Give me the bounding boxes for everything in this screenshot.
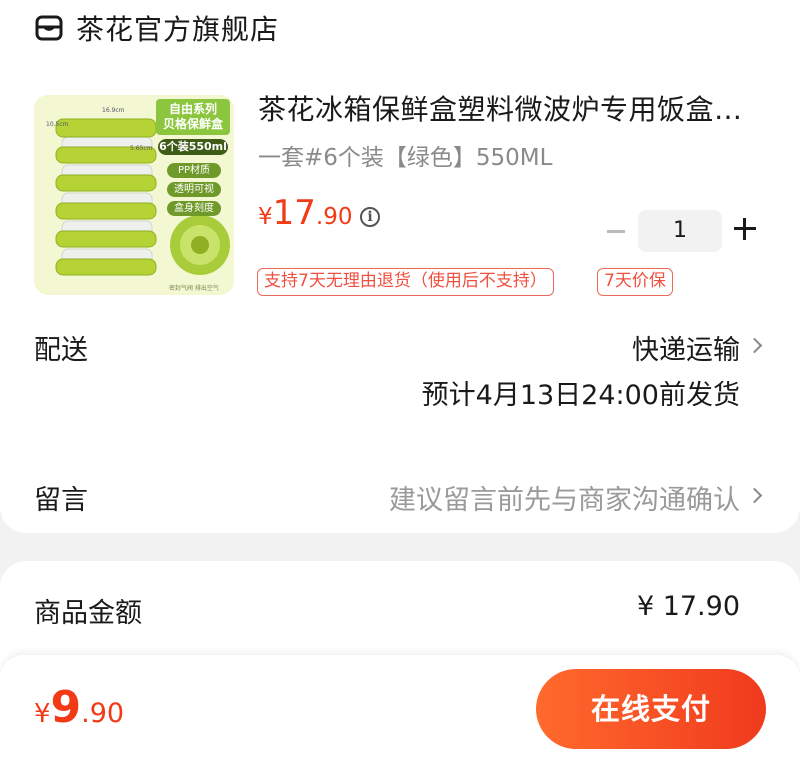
quantity-input[interactable]: 1: [638, 210, 722, 252]
image-badge: 自由系列 贝格保鲜盒: [156, 99, 230, 135]
store-icon: [35, 15, 63, 41]
image-feature: PP材质: [167, 163, 221, 178]
image-footnote: 密封气阀 排出空气: [169, 285, 219, 292]
delivery-label: 配送: [34, 335, 88, 366]
dim-label: 16.9cm: [102, 107, 125, 114]
product-price: ¥17.90: [258, 193, 352, 233]
image-badge-line2: 贝格保鲜盒: [162, 117, 223, 131]
pay-button[interactable]: 在线支付: [536, 669, 766, 749]
chevron-right-icon[interactable]: [746, 337, 763, 354]
store-header[interactable]: 茶花官方旗舰店: [34, 8, 279, 48]
goods-amount-value: ¥ 17.90: [636, 591, 740, 622]
product-title[interactable]: 茶花冰箱保鲜盒塑料微波炉专用饭盒…: [258, 88, 743, 128]
store-name[interactable]: 茶花官方旗舰店: [76, 8, 279, 48]
message-label: 留言: [34, 485, 88, 516]
dim-label: 10.5cm: [46, 121, 69, 128]
total-integer: 9: [50, 682, 82, 733]
return-policy-tag[interactable]: 支持7天无理由退货（使用后不支持）: [257, 268, 554, 296]
info-icon[interactable]: i: [360, 207, 380, 227]
dim-label: 5.65cm: [130, 145, 153, 152]
image-feature: 盒身刻度: [167, 201, 221, 216]
quantity-increase-button[interactable]: [734, 218, 756, 240]
delivery-eta: 预计4月13日24:00前发货: [421, 380, 740, 411]
goods-amount-label: 商品金额: [34, 598, 142, 629]
chevron-right-icon[interactable]: [746, 487, 763, 504]
price-currency: ¥: [258, 204, 273, 230]
image-feature: 透明可视: [167, 182, 221, 197]
product-spec[interactable]: 一套#6个装【绿色】550ML: [258, 138, 552, 172]
price-decimal: .90: [315, 204, 353, 230]
price-integer: 17: [272, 193, 316, 233]
order-card: 茶花官方旗舰店 10.5cm 16.9cm 5.65cm 自由系列 贝格保鲜盒 …: [0, 0, 800, 533]
total-price: ¥9.90: [34, 682, 124, 733]
quantity-decrease-button[interactable]: [607, 230, 625, 233]
message-input[interactable]: 建议留言前先与商家沟通确认: [389, 478, 740, 517]
total-decimal: .90: [81, 698, 125, 729]
image-pack-label: 6个装550ml: [158, 139, 228, 155]
product-image[interactable]: 10.5cm 16.9cm 5.65cm 自由系列 贝格保鲜盒 6个装550ml…: [34, 95, 234, 295]
delivery-method[interactable]: 快递运输: [632, 328, 740, 367]
price-protect-tag[interactable]: 7天价保: [597, 268, 673, 296]
total-currency: ¥: [34, 699, 51, 729]
image-badge-line1: 自由系列: [168, 102, 217, 116]
